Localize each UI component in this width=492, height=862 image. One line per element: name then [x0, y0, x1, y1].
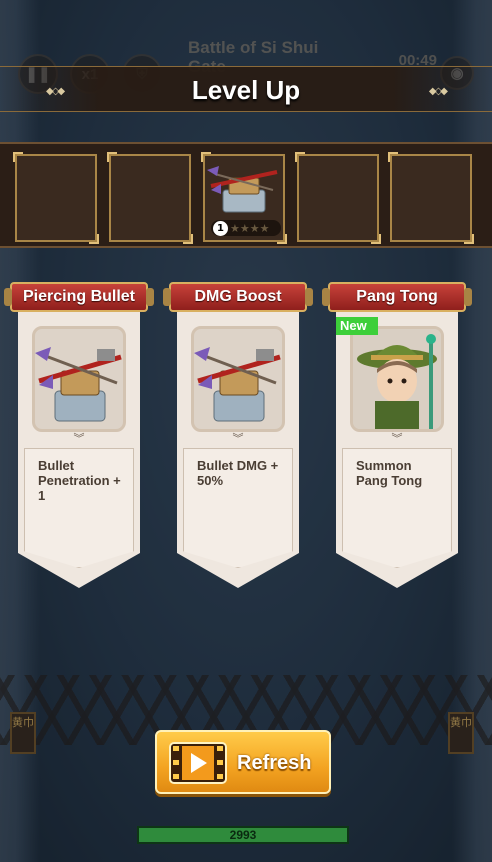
refresh-label: Refresh	[237, 752, 312, 774]
film-play-icon	[169, 742, 227, 784]
hero-portrait-icon	[353, 329, 441, 429]
levelup-header: ◆◇◆ Level Up ◆◇◆	[0, 66, 492, 112]
diamond-deco-icon: ◆◇◆	[428, 86, 448, 97]
card-image	[191, 326, 285, 432]
skill-slot-empty	[107, 152, 193, 244]
card-title: Pang Tong	[322, 282, 472, 312]
chevron-down-icon: ︾	[391, 432, 403, 445]
card-image	[32, 326, 126, 432]
slot-level-badge: 1	[213, 220, 228, 236]
refresh-button[interactable]: Refresh	[155, 730, 331, 794]
upgrade-card-piercing-bullet[interactable]: Piercing Bullet ︾ Bullet Penetration + 1	[4, 282, 154, 588]
ballista-icon	[35, 347, 122, 422]
star-icons: ★★★★	[230, 221, 270, 235]
new-badge: New	[336, 317, 378, 335]
ballista-icon	[207, 166, 278, 213]
card-description: Bullet DMG + 50%	[197, 458, 279, 488]
upgrade-card-pang-tong[interactable]: Pang Tong New ︾ Summon Pang Tong	[322, 282, 472, 588]
card-title: Piercing Bullet	[4, 282, 154, 312]
card-description: Summon Pang Tong	[356, 458, 423, 488]
chevron-down-icon: ︾	[73, 432, 85, 445]
skill-slot-empty	[388, 152, 474, 244]
card-description: Bullet Penetration + 1	[38, 458, 121, 503]
skill-slots-panel: 1 ★★★★	[0, 142, 492, 248]
skill-slot-empty	[295, 152, 381, 244]
card-title: DMG Boost	[163, 282, 313, 312]
card-image	[350, 326, 444, 432]
ballista-icon	[194, 347, 281, 422]
xp-bar: 2993	[137, 826, 349, 844]
slot-star-bar: 1 ★★★★	[211, 220, 281, 236]
skill-slot-filled[interactable]: 1 ★★★★	[201, 152, 287, 244]
levelup-title: Level Up	[191, 75, 301, 105]
xp-value: 2993	[229, 828, 257, 842]
chevron-down-icon: ︾	[232, 432, 244, 445]
upgrade-card-dmg-boost[interactable]: DMG Boost ︾ Bullet DMG + 50%	[163, 282, 313, 588]
skill-slot-empty	[13, 152, 99, 244]
